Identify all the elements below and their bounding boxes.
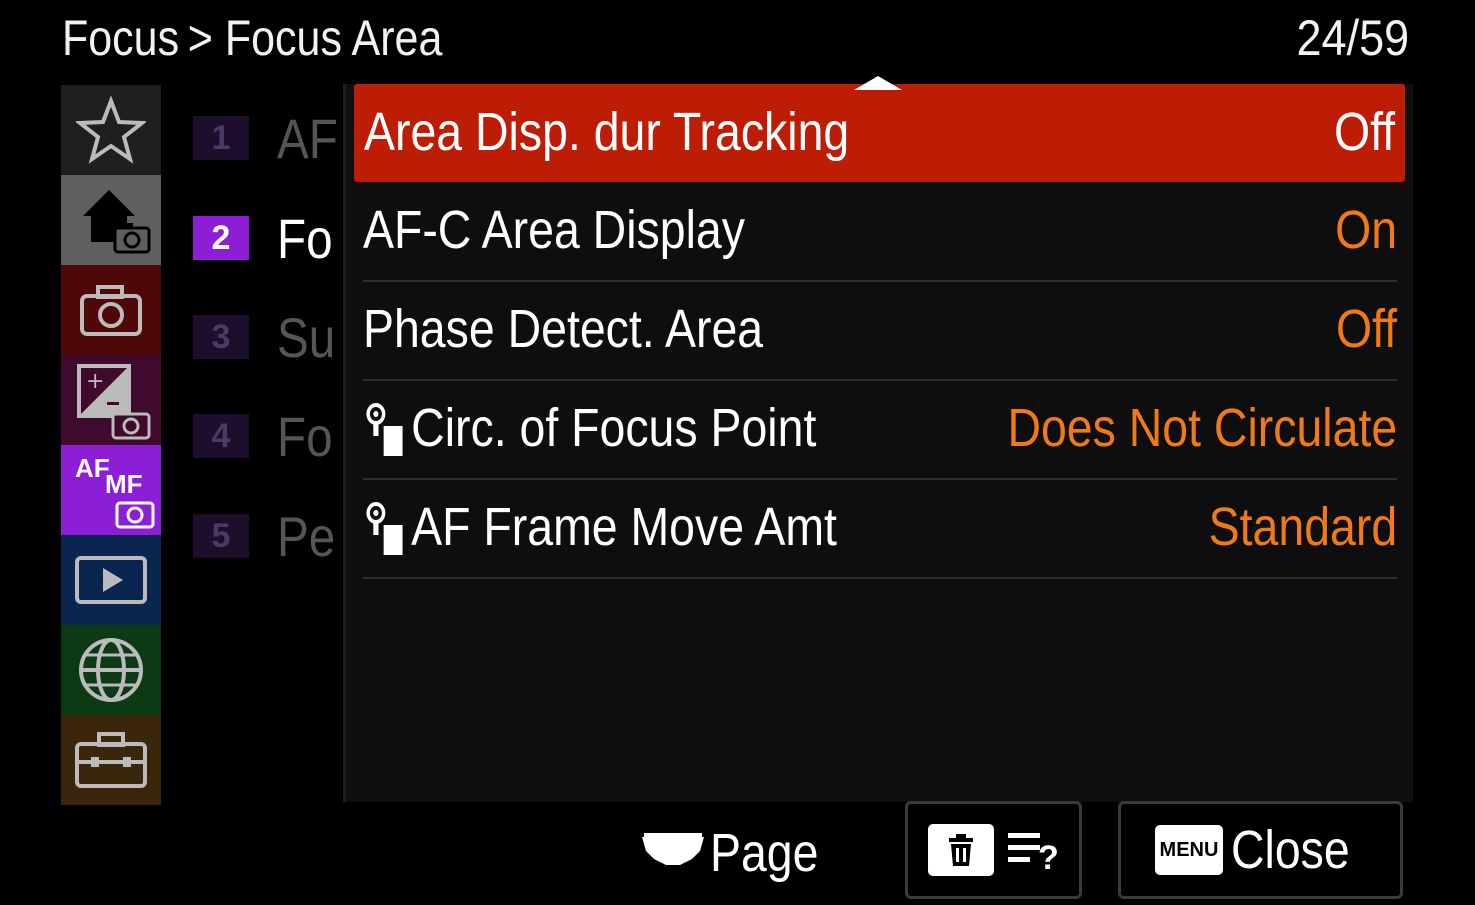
af-mf-icon: AF MF: [75, 453, 155, 529]
camera-menu-screen: Focus > Focus Area 24/59 + AF MF 1 AF 2 …: [0, 0, 1475, 905]
menu-item-value: Standard: [1208, 497, 1397, 557]
submenu-page-3[interactable]: 3 Su: [193, 305, 343, 369]
exposure-camera-icon: +: [77, 364, 151, 440]
svg-text:+: +: [86, 369, 104, 394]
breadcrumb: Focus > Focus Area: [62, 6, 442, 70]
menu-item-name: Phase Detect. Area: [363, 299, 764, 359]
menu-item-value: Off: [1335, 299, 1397, 359]
page-hint-label: Page: [710, 823, 819, 883]
globe-icon: [79, 638, 143, 702]
menu-item-name: Circ. of Focus Point: [411, 398, 817, 458]
category-focus[interactable]: AF MF: [61, 445, 161, 535]
svg-text:MF: MF: [105, 469, 143, 499]
page-label: AF: [277, 106, 338, 170]
toolbox-icon: [75, 732, 147, 788]
category-rail: + AF MF: [61, 85, 161, 805]
camera-icon: [80, 285, 142, 336]
page-number: 2: [193, 216, 249, 260]
breadcrumb-parent: Focus: [62, 10, 180, 66]
menu-item-area-disp-dur-tracking[interactable]: Area Disp. dur Tracking Off: [354, 84, 1405, 182]
page-counter: 24/59: [1296, 10, 1409, 66]
category-main-photo[interactable]: [61, 175, 161, 265]
page-label: Fo: [277, 206, 333, 270]
close-label: Close: [1231, 820, 1350, 880]
breadcrumb-current: Focus Area: [224, 10, 443, 66]
menu-key: MENU: [1155, 825, 1223, 875]
menu-item-name: AF-C Area Display: [363, 200, 745, 260]
svg-text:?: ?: [1038, 839, 1059, 875]
play-icon: [75, 556, 147, 604]
category-playback[interactable]: [61, 535, 161, 625]
menu-item-name: Area Disp. dur Tracking: [364, 102, 850, 162]
breadcrumb-separator: >: [187, 10, 213, 66]
page-label: Pe: [277, 504, 336, 568]
trash-key: [928, 824, 994, 876]
menu-item-value: On: [1335, 200, 1397, 260]
submenu-page-5[interactable]: 5 Pe: [193, 504, 343, 568]
menu-item-name-wrap: Circ. of Focus Point: [363, 380, 816, 476]
close-button[interactable]: MENU Close: [1118, 801, 1403, 899]
page-number: 3: [193, 315, 249, 359]
page-number: 4: [193, 414, 249, 458]
menu-item-af-frame-move-amt[interactable]: AF Frame Move Amt Standard: [363, 479, 1397, 579]
menu-item-phase-detect-area[interactable]: Phase Detect. Area Off: [363, 281, 1397, 381]
delete-help-button[interactable]: ?: [905, 801, 1082, 899]
custom-key-icon: [366, 403, 403, 456]
menu-item-name: AF Frame Move Amt: [411, 497, 837, 557]
custom-key-icon: [366, 502, 403, 555]
scroll-up-indicator-icon[interactable]: [854, 76, 902, 90]
submenu-page-1[interactable]: 1 AF: [193, 106, 343, 170]
category-network[interactable]: [61, 625, 161, 715]
control-wheel-icon: [642, 833, 704, 865]
page-hint: Page: [640, 815, 836, 891]
star-icon: [76, 95, 146, 164]
submenu-page-4[interactable]: 4 Fo: [193, 404, 342, 468]
menu-item-value: Off: [1333, 102, 1395, 162]
menu-item-circ-of-focus-point[interactable]: Circ. of Focus Point Does Not Circulate: [363, 380, 1397, 480]
category-exposure-color[interactable]: +: [61, 355, 161, 445]
page-label: Su: [277, 305, 336, 369]
submenu-page-list: 1 AF 2 Fo 3 Su 4 Fo 5 Pe: [193, 88, 343, 588]
page-label: Fo: [277, 404, 333, 468]
menu-item-name-wrap: AF Frame Move Amt: [363, 479, 837, 575]
page-number: 1: [193, 116, 249, 160]
menu-list-panel: Area Disp. dur Tracking Off AF-C Area Di…: [343, 84, 1413, 802]
category-setup[interactable]: [61, 715, 161, 805]
menu-item-value: Does Not Circulate: [1007, 398, 1397, 458]
help-list-icon: ?: [1008, 833, 1059, 875]
trash-icon: [949, 834, 973, 866]
submenu-page-2[interactable]: 2 Fo: [193, 206, 342, 270]
category-my-menu[interactable]: [61, 85, 161, 175]
page-number: 5: [193, 514, 249, 558]
menu-item-af-c-area-display[interactable]: AF-C Area Display On: [363, 182, 1397, 282]
category-shooting[interactable]: [61, 265, 161, 355]
home-camera-icon: [83, 190, 151, 254]
